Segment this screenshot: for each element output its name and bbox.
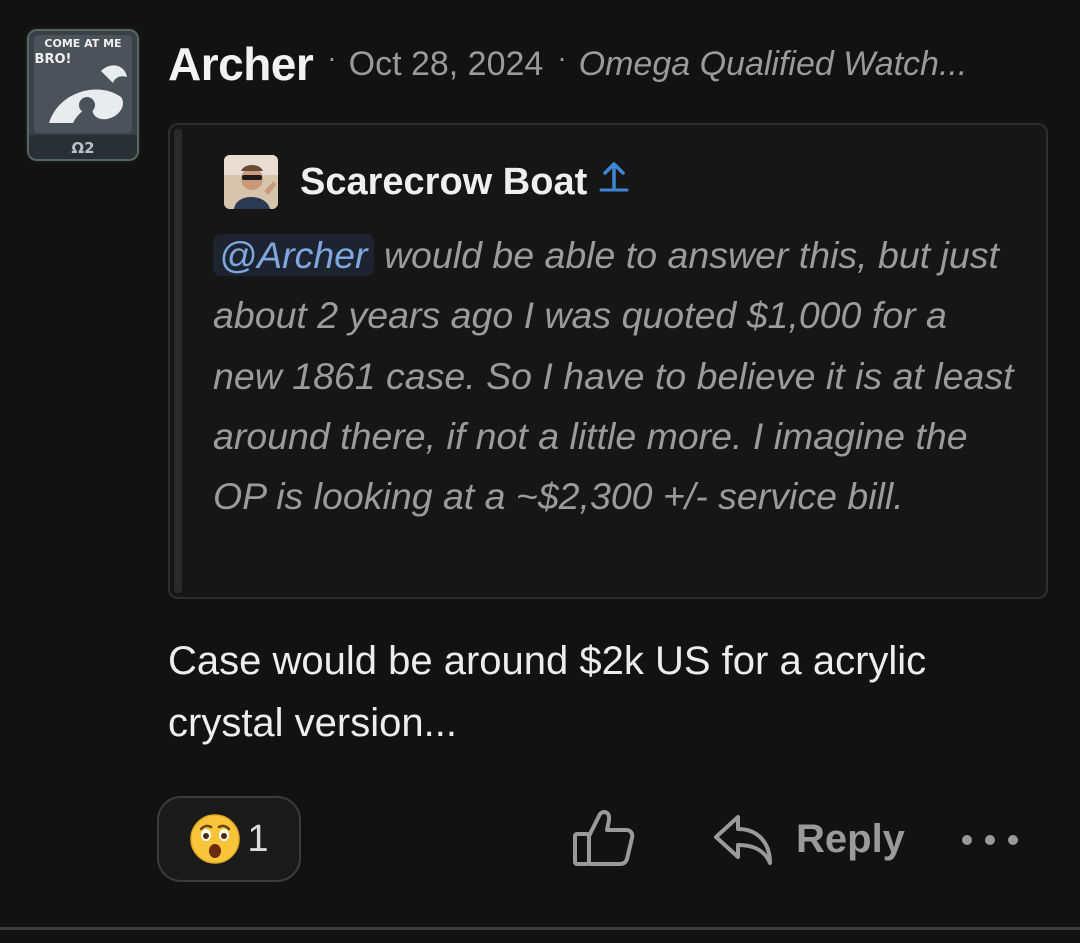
like-button[interactable] (570, 806, 636, 870)
go-to-quoted-post-icon[interactable] (597, 159, 631, 193)
reply-arrow-icon (714, 815, 772, 865)
more-dot (985, 835, 995, 845)
more-options-icon[interactable] (962, 828, 1018, 852)
more-dot (962, 835, 972, 845)
reaction-count: 1 (247, 817, 269, 860)
quoted-user-avatar[interactable] (224, 155, 278, 209)
header-separator: · (327, 42, 337, 73)
post-header: Archer · Oct 28, 2024 · Omega Qualified … (168, 34, 967, 94)
more-dot (1008, 835, 1018, 845)
quote-bar (174, 129, 182, 593)
reply-button[interactable]: Reply (712, 804, 905, 874)
thumbs-up-icon (573, 810, 635, 866)
quote-header: Scarecrow Boat (224, 153, 631, 211)
post-divider (0, 927, 1080, 930)
post-date[interactable]: Oct 28, 2024 (349, 45, 544, 84)
reply-label: Reply (796, 816, 905, 861)
quote-text-body: would be able to answer this, but just a… (213, 234, 1014, 518)
quoted-user-name[interactable]: Scarecrow Boat (300, 161, 587, 204)
author-name[interactable]: Archer (168, 37, 314, 91)
quote-text: @Archer would be able to answer this, bu… (213, 225, 1023, 526)
quote-block[interactable]: Scarecrow Boat @Archer would be able to … (168, 123, 1048, 599)
author-avatar[interactable]: COME AT ME BRO! Ω2 (29, 31, 137, 159)
reaction-button[interactable]: 1 (157, 796, 301, 882)
mention-link[interactable]: @Archer (213, 234, 374, 276)
avatar-caption-top: COME AT ME (44, 37, 121, 50)
astonished-face-icon (189, 813, 241, 865)
avatar-badge: Ω2 (71, 139, 94, 157)
post-body: Case would be around $2k US for a acryli… (168, 639, 927, 745)
header-separator-2: · (557, 42, 567, 73)
user-title: Omega Qualified Watch... (578, 44, 968, 83)
avatar-caption-mid: BRO! (35, 52, 72, 67)
